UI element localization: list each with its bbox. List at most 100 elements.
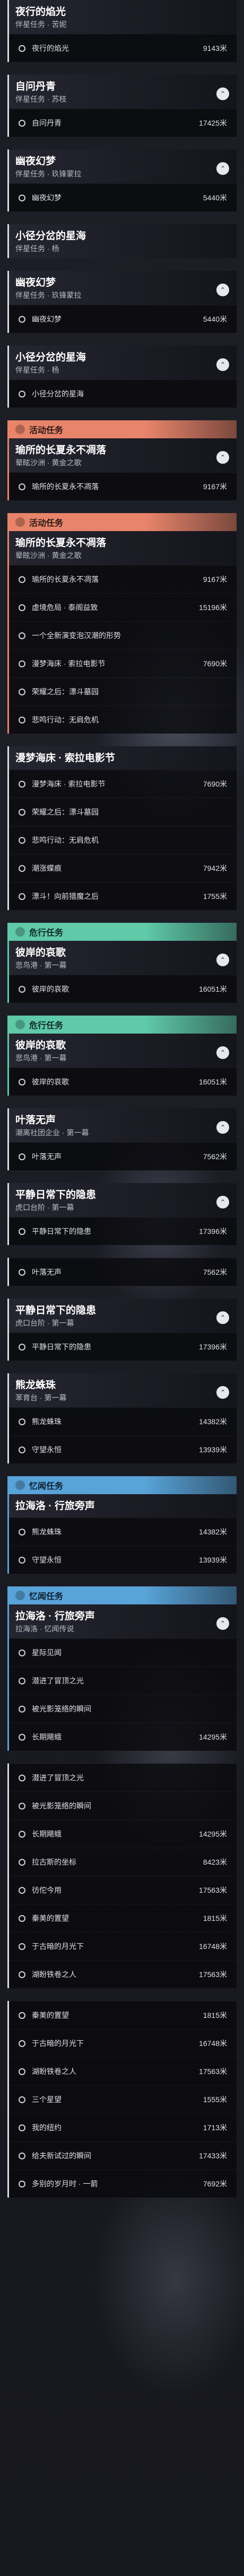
step-circle-icon — [19, 2152, 25, 2159]
quest-header[interactable]: 漫梦海床 · 索拉电影节 — [9, 746, 237, 770]
quest-header[interactable]: 小径分岔的星海 伴星任务 · 杨 ⌃ — [9, 346, 237, 380]
quest-step-row[interactable]: 秦美的置望 1815米 — [9, 2001, 237, 2029]
quest-step-row[interactable]: 湖盼铁卷之人 17563米 — [9, 1960, 237, 1988]
quest-header[interactable]: 拉海洛 · 行旅旁声 拉海洛 · 忆闻传说 ⌃ — [9, 1604, 237, 1638]
step-circle-icon — [19, 194, 25, 201]
category-icon — [15, 1591, 25, 1600]
quest-step-row[interactable]: 叶落无声 7562米 — [9, 1258, 237, 1286]
collapse-chevron-icon[interactable]: ⌃ — [216, 451, 229, 464]
step-name: 平静日常下的隐患 — [32, 1227, 91, 1236]
collapse-chevron-icon[interactable]: ⌃ — [216, 1121, 229, 1134]
quest-step-row[interactable]: 幽夜幻梦 5440米 — [9, 183, 237, 211]
quest-step-row[interactable]: 漫梦海床 · 索拉电影节 7690米 — [9, 649, 237, 677]
quest-step-row[interactable]: 彼岸的哀歌 16051米 — [9, 1068, 237, 1096]
collapse-chevron-icon[interactable]: ⌃ — [216, 1196, 229, 1208]
collapse-chevron-icon[interactable]: ⌃ — [216, 1617, 229, 1630]
quest-block: 危行任务彼岸的哀歌 悲鸟港 · 第一幕 ⌃ 彼岸的哀歌 16051米 — [7, 923, 237, 1003]
quest-step-row[interactable]: 悲鸣行动：无肩危机 — [9, 826, 237, 854]
quest-step-row[interactable]: 彷佗今用 17563米 — [9, 1876, 237, 1904]
quest-step-row[interactable]: 星际见闻 — [9, 1638, 237, 1666]
quest-header[interactable]: 彼岸的哀歌 悲鸟港 · 第一幕 ⌃ — [9, 1034, 237, 1068]
quest-step-row[interactable]: 荣耀之后：漂斗墓园 — [9, 798, 237, 826]
quest-step-row[interactable]: 瑜所的长夏永不凋落 9167米 — [9, 565, 237, 593]
quest-subtitle: 虎口台阶 · 第一幕 — [15, 1203, 74, 1212]
quest-step-row[interactable]: 平静日常下的隐患 17396米 — [9, 1333, 237, 1361]
step-name: 拉古斯的坐标 — [32, 1858, 76, 1866]
quest-step-row[interactable]: 熊龙蛛珠 14382米 — [9, 1407, 237, 1435]
step-distance: 5440米 — [203, 315, 227, 323]
quest-step-row[interactable]: 一个全新演变泡汉潮的形势 — [9, 621, 237, 649]
quest-step-row[interactable]: 彼岸的哀歌 16051米 — [9, 975, 237, 1003]
step-distance: 7562米 — [203, 1268, 227, 1276]
quest-header[interactable]: 平静日常下的隐患 虎口台阶 · 第一幕 ⌃ — [9, 1183, 237, 1217]
quest-step-row[interactable]: 潜进了冒顶之光 — [9, 1763, 237, 1792]
quest-step-row[interactable]: 荣耀之后：漂斗墓园 — [9, 677, 237, 705]
quest-step-row[interactable]: 幽夜幻梦 5440米 — [9, 305, 237, 333]
quest-step-row[interactable]: 长期飓蛾 14295米 — [9, 1723, 237, 1751]
quest-step-row[interactable]: 三个星望 1555米 — [9, 2085, 237, 2113]
quest-header[interactable]: 彼岸的哀歌 悲鸟港 · 第一幕 ⌃ — [9, 941, 237, 975]
quest-step-row[interactable]: 于古暗的月光下 16748米 — [9, 1932, 237, 1960]
step-name: 给夫新试过的瞬间 — [32, 2151, 91, 2160]
quest-step-row[interactable]: 被光影笼络的瞬间 — [9, 1695, 237, 1723]
quest-step-row[interactable]: 潜进了冒顶之光 — [9, 1666, 237, 1695]
quest-step-row[interactable]: 漂斗！向前猎魔之后 1755米 — [9, 882, 237, 910]
quest-header[interactable]: 自问丹青 伴星任务 · 苏枝 ⌃ — [9, 75, 237, 109]
quest-step-row[interactable]: 被光影笼络的瞬间 — [9, 1792, 237, 1820]
quest-step-row[interactable]: 守望永恒 13939米 — [9, 1435, 237, 1463]
quest-header[interactable]: 拉海洛 · 行旅旁声 — [9, 1494, 237, 1518]
step-name: 彷佗今用 — [32, 1886, 62, 1894]
quest-subtitle: 伴星任务 · 苦妮 — [15, 20, 67, 29]
quest-header[interactable]: 平静日常下的隐患 虎口台阶 · 第一幕 ⌃ — [9, 1299, 237, 1333]
collapse-chevron-icon[interactable]: ⌃ — [216, 1046, 229, 1059]
quest-step-row[interactable]: 湖盼铁卷之人 17563米 — [9, 2057, 237, 2085]
collapse-chevron-icon[interactable]: ⌃ — [216, 954, 229, 966]
collapse-chevron-icon[interactable]: ⌃ — [216, 162, 229, 175]
quest-step-row[interactable]: 给夫新试过的瞬间 17433米 — [9, 2141, 237, 2169]
quest-header[interactable]: 叶落无声 潮离社团企业 · 第一幕 ⌃ — [9, 1108, 237, 1142]
quest-step-row[interactable]: 于古暗的月光下 16748米 — [9, 2029, 237, 2057]
quest-step-row[interactable]: 自问丹青 17425米 — [9, 109, 237, 137]
quest-step-row[interactable]: 悲鸣行动：无肩危机 — [9, 705, 237, 734]
quest-header[interactable]: 熊龙蛛珠 苯育台 · 第一幕 ⌃ — [9, 1373, 237, 1407]
quest-step-row[interactable]: 小径分岔的星海 — [9, 380, 237, 408]
quest-step-row[interactable]: 秦美的置望 1815米 — [9, 1904, 237, 1932]
quest-header[interactable]: 小径分岔的星海 伴星任务 · 杨 — [9, 224, 237, 258]
collapse-chevron-icon[interactable]: ⌃ — [216, 358, 229, 371]
collapse-chevron-icon[interactable]: ⌃ — [216, 284, 229, 296]
quest-step-row[interactable]: 长期飓蛾 14295米 — [9, 1820, 237, 1848]
step-distance: 9167米 — [203, 482, 227, 491]
quest-step-row[interactable]: 夜行的焰光 9143米 — [9, 34, 237, 62]
quest-step-row[interactable]: 我的纽约 1713米 — [9, 2113, 237, 2141]
collapse-chevron-icon[interactable]: ⌃ — [216, 1311, 229, 1324]
step-distance: 15196米 — [199, 603, 227, 612]
quest-step-row[interactable]: 多别的岁月时 · 一箭 7692米 — [9, 2169, 237, 2198]
quest-step-row[interactable]: 守望永恒 13939米 — [9, 1546, 237, 1574]
quest-header[interactable]: 幽夜幻梦 伴星任务 · 玖锋蒙拉 ⌃ — [9, 271, 237, 305]
step-circle-icon — [19, 1971, 25, 1978]
quest-step-row[interactable]: 瑜所的长夏永不凋落 9167米 — [9, 472, 237, 500]
step-circle-icon — [19, 1705, 25, 1713]
category-label: 危行任务 — [29, 929, 64, 938]
step-circle-icon — [19, 1528, 25, 1536]
quest-header[interactable]: 瑜所的长夏永不凋落 晕眩沙洲 · 黄金之歌 ⌃ — [9, 438, 237, 472]
quest-header[interactable]: 夜行的焰光 伴星任务 · 苦妮 — [9, 0, 237, 34]
collapse-chevron-icon[interactable]: ⌃ — [216, 87, 229, 100]
collapse-chevron-icon[interactable]: ⌃ — [216, 1386, 229, 1399]
quest-title: 拉海洛 · 行旅旁声 — [15, 1611, 95, 1622]
step-name: 守望永恒 — [32, 1445, 62, 1454]
quest-step-row[interactable]: 平静日常下的隐患 17396米 — [9, 1217, 237, 1245]
quest-step-row[interactable]: 潮涨蝶痕 7942米 — [9, 854, 237, 882]
quest-header[interactable]: 幽夜幻梦 伴星任务 · 玖锋蒙拉 ⌃ — [9, 149, 237, 183]
quest-step-row[interactable]: 叶落无声 7562米 — [9, 1142, 237, 1170]
quest-block: 活动任务 瑜所的长夏永不凋落 晕眩沙洲 · 黄金之歌 ⌃ 瑜所的长夏永不凋落 9167米 — [7, 420, 237, 500]
quest-step-row[interactable]: 熊龙蛛珠 14382米 — [9, 1518, 237, 1546]
step-name: 漂斗！向前猎魔之后 — [32, 892, 99, 901]
quest-step-row[interactable]: 拉古斯的坐标 8423米 — [9, 1848, 237, 1876]
quest-title: 平静日常下的隐患 — [15, 1305, 97, 1316]
step-name: 荣耀之后：漂斗墓园 — [32, 687, 99, 696]
quest-subtitle: 悲鸟港 · 第一幕 — [15, 1054, 67, 1062]
quest-step-row[interactable]: 漫梦海床 · 索拉电影节 7690米 — [9, 770, 237, 798]
quest-header[interactable]: 瑜所的长夏永不凋落 晕眩沙洲 · 黄金之歌 — [9, 531, 237, 565]
quest-step-row[interactable]: 虚境危局 · 泰阁益致 15196米 — [9, 593, 237, 621]
